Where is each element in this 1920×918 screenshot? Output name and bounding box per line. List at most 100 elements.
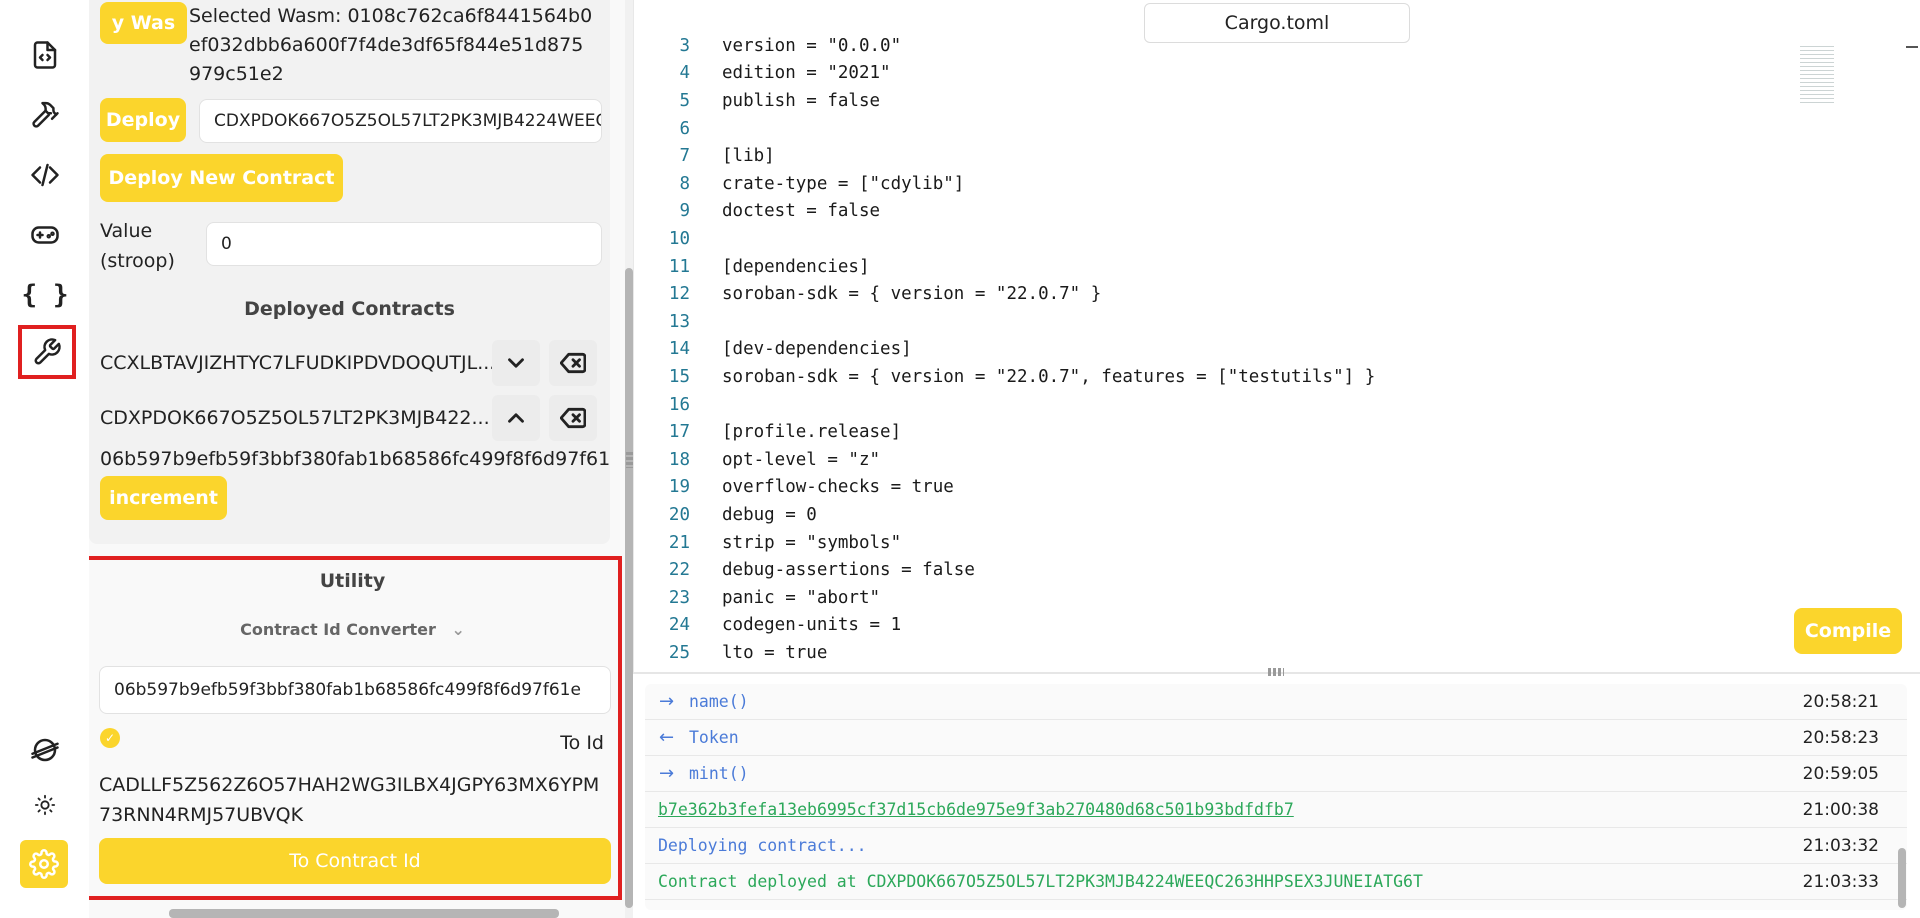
collapse-contract-2-button[interactable] <box>492 395 540 441</box>
arrow-right-icon: → <box>659 691 675 712</box>
log-row: Contract deployed at CDXPDOK667O5Z5OL57L… <box>645 864 1907 900</box>
select-wasm-button[interactable]: y Was <box>100 2 187 44</box>
line-content: [lib] <box>722 146 775 167</box>
code-line: 15 soroban-sdk = { version = "22.0.7", fe… <box>634 363 1914 391</box>
code-line: 20 debug = 0 <box>634 501 1914 529</box>
log-timestamp: 21:03:32 <box>1802 835 1879 856</box>
log-timestamp: 21:03:33 <box>1802 871 1879 892</box>
rail-stellar[interactable] <box>20 725 70 775</box>
to-contract-id-button[interactable]: To Contract Id <box>99 838 611 884</box>
rail-code[interactable] <box>20 150 70 200</box>
braces-icon: { } <box>21 280 69 310</box>
remove-contract-1-button[interactable] <box>549 340 597 386</box>
deploy-contract-input[interactable]: CDXPDOK667O5Z5OL57LT2PK3MJB4224WEEQ <box>199 99 602 143</box>
panel-resize-handle[interactable] <box>1268 668 1284 676</box>
gear-icon <box>29 849 59 879</box>
line-number: 6 <box>679 118 690 139</box>
app-window: { } y Was Selected Wasm: 0108c762ca6f844… <box>0 0 1920 918</box>
side-panel: y Was Selected Wasm: 0108c762ca6f8441564… <box>89 0 625 918</box>
log-row: b7e362b3fefa13eb6995cf37d15cb6de975e9f3a… <box>645 792 1907 828</box>
line-number: 24 <box>668 615 690 636</box>
line-content: edition = "2021" <box>722 63 891 84</box>
line-content: crate-type = ["cdylib"] <box>722 173 965 194</box>
code-line: 25 lto = true <box>634 639 1914 666</box>
value-label: Value (stroop) <box>100 220 175 272</box>
contract-item-2[interactable]: CDXPDOK667O5Z5OL57LT2PK3MJB422... <box>100 407 490 429</box>
to-id-label: To Id <box>560 732 604 754</box>
remove-contract-2-button[interactable] <box>549 395 597 441</box>
line-content: opt-level = "z" <box>722 449 881 470</box>
log-timestamp: 20:59:05 <box>1802 763 1879 784</box>
line-content: debug-assertions = false <box>722 560 975 581</box>
log-timestamp: 20:58:21 <box>1802 691 1879 712</box>
utility-section: Utility Contract Id Converter ⌄ 06b597b9… <box>89 556 622 900</box>
editor-scrollbar[interactable] <box>1906 46 1918 48</box>
icon-rail: { } <box>0 0 89 918</box>
line-content: doctest = false <box>722 201 881 222</box>
log-message: Token <box>689 728 739 747</box>
code-line: 8 crate-type = ["cdylib"] <box>634 170 1914 198</box>
line-number: 7 <box>679 146 690 167</box>
log-message: mint() <box>689 764 749 783</box>
backspace-icon <box>560 352 586 374</box>
line-number: 13 <box>668 311 690 332</box>
deployed-contracts-title: Deployed Contracts <box>244 298 455 320</box>
rail-utility[interactable] <box>18 325 76 379</box>
rail-file-explorer[interactable] <box>20 30 70 80</box>
rail-json[interactable]: { } <box>20 270 70 320</box>
utility-title: Utility <box>319 570 386 592</box>
increment-button[interactable]: increment <box>100 476 227 520</box>
chevron-down-icon <box>508 358 524 368</box>
backspace-icon <box>560 407 586 429</box>
code-line: 17 [profile.release] <box>634 418 1914 446</box>
code-line: 14 [dev-dependencies] <box>634 336 1914 364</box>
log-timestamp: 21:00:38 <box>1802 799 1879 820</box>
code-line: 16 <box>634 391 1914 419</box>
rail-build[interactable] <box>20 90 70 140</box>
line-content: [dev-dependencies] <box>722 339 912 360</box>
line-content: debug = 0 <box>722 504 817 525</box>
line-content: soroban-sdk = { version = "22.0.7" } <box>722 284 1102 305</box>
rail-settings[interactable] <box>20 840 68 888</box>
line-number: 14 <box>668 339 690 360</box>
code-line: 18 opt-level = "z" <box>634 446 1914 474</box>
log-link[interactable]: b7e362b3fefa13eb6995cf37d15cb6de975e9f3a… <box>658 800 1294 819</box>
deploy-button[interactable]: Deploy <box>100 98 186 142</box>
log-message: Deploying contract... <box>658 836 867 855</box>
expand-contract-1-button[interactable] <box>492 340 540 386</box>
value-input[interactable]: 0 <box>206 222 602 266</box>
line-content: [dependencies] <box>722 256 870 277</box>
line-content: publish = false <box>722 90 881 111</box>
gamepad-icon <box>31 226 59 244</box>
line-content: lto = true <box>722 642 828 663</box>
wrench-icon <box>34 338 61 365</box>
log-message: Contract deployed at CDXPDOK667O5Z5OL57L… <box>658 872 1423 891</box>
side-scroll-thumb[interactable] <box>625 268 633 908</box>
log-row: → mint() 20:59:05 <box>645 756 1907 792</box>
code-line: 6 <box>634 115 1914 143</box>
chevron-up-icon <box>508 413 524 423</box>
deploy-new-contract-button[interactable]: Deploy New Contract <box>100 154 343 202</box>
contract-item-1[interactable]: CCXLBTAVJIZHTYC7LFUDKIPDVDOQUTJL... <box>100 352 495 374</box>
code-line: 4 edition = "2021" <box>634 60 1914 88</box>
code-line: 21 strip = "symbols" <box>634 529 1914 557</box>
compile-button[interactable]: Compile <box>1794 608 1902 654</box>
line-number: 8 <box>679 173 690 194</box>
line-number: 12 <box>668 284 690 305</box>
rail-theme[interactable] <box>20 780 70 830</box>
line-number: 9 <box>679 201 690 222</box>
code-line: 5 publish = false <box>634 87 1914 115</box>
converter-dropdown[interactable]: Contract Id Converter ⌄ <box>89 620 618 639</box>
rail-game[interactable] <box>20 210 70 260</box>
line-number: 15 <box>668 366 690 387</box>
editor-minimap[interactable] <box>1800 46 1834 106</box>
line-number: 11 <box>668 256 690 277</box>
hex-input[interactable]: 06b597b9efb59f3bbf380fab1b68586fc499f8f6… <box>99 666 611 714</box>
log-message: name() <box>689 692 749 711</box>
tab-cargo-toml[interactable]: Cargo.toml <box>1144 3 1410 43</box>
stellar-logo-icon <box>31 738 59 762</box>
code-area[interactable]: 3 version = "0.0.0" 4 edition = "2021" 5 publ… <box>634 36 1920 666</box>
terminal-scrollbar[interactable] <box>1898 848 1906 908</box>
side-horizontal-scrollbar[interactable] <box>169 909 559 918</box>
code-line: 12 soroban-sdk = { version = "22.0.7" } <box>634 280 1914 308</box>
